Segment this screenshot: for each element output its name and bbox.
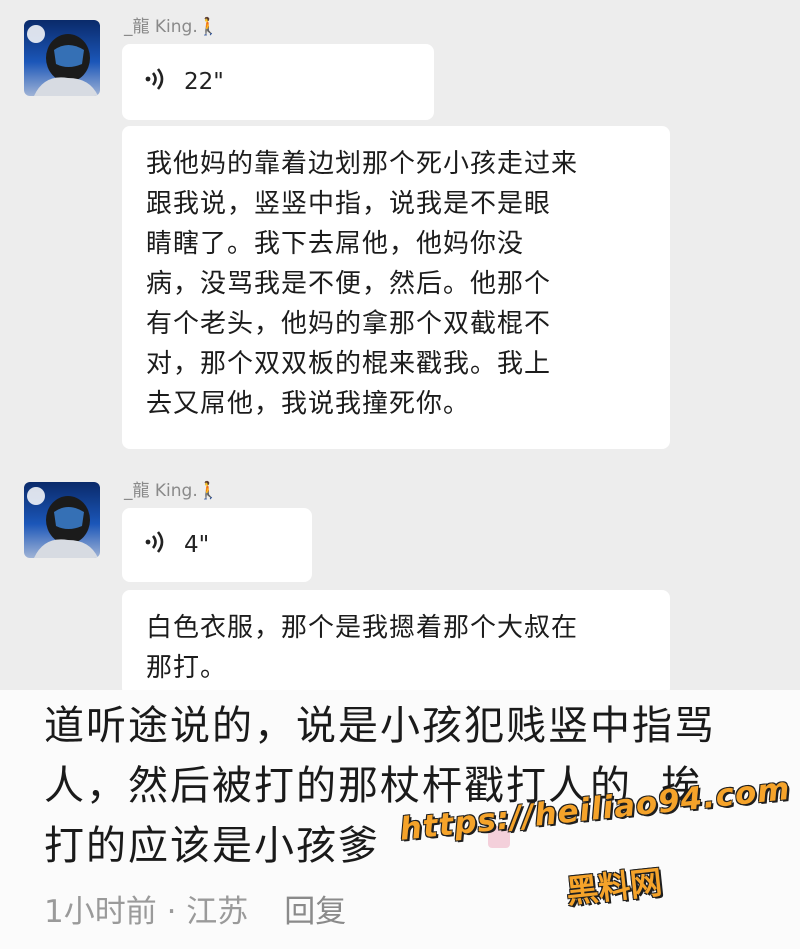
walking-person-icon: 🚶 [197,481,219,501]
voice-duration: 4" [184,532,210,558]
message-text: 我他妈的靠着边划那个死小孩走过来 跟我说，竖竖中指，说我是不是眼 睛瞎了。我下去… [146,149,579,419]
avatar-image [27,25,98,96]
chat-area: _龍 King.🚶 22" 我他妈的靠着边划那个死小孩走过来 跟我说，竖竖中指，… [0,0,800,696]
voice-duration: 22" [184,69,224,95]
sender-name: _龍 King.🚶 [124,481,219,501]
comment-meta: 1小时前 · 江苏 回复 [44,886,346,931]
voice-wave-icon [144,66,172,98]
reply-button[interactable]: 回复 [284,894,346,930]
avatar[interactable] [24,20,100,96]
text-message[interactable]: 白色衣服，那个是我摁着那个大叔在 那打。 [122,590,670,696]
voice-wave-icon [144,529,172,561]
avatar-image [27,487,98,558]
voice-message[interactable]: 4" [122,508,312,582]
sender-name: _龍 King.🚶 [124,17,219,37]
text-message[interactable]: 我他妈的靠着边划那个死小孩走过来 跟我说，竖竖中指，说我是不是眼 睛瞎了。我下去… [122,126,670,449]
avatar[interactable] [24,482,100,558]
comment-time-location: 1小时前 · 江苏 [44,894,249,930]
voice-message[interactable]: 22" [122,44,434,120]
message-text: 白色衣服，那个是我摁着那个大叔在 那打。 [146,613,579,683]
walking-person-icon: 🚶 [197,17,219,37]
